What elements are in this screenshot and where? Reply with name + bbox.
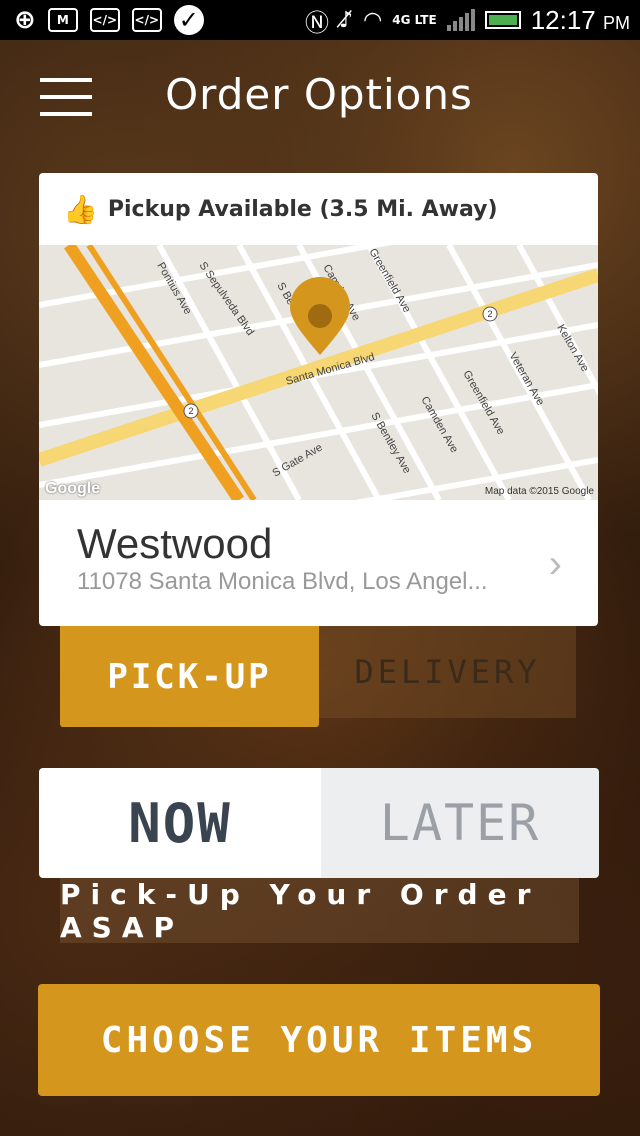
- timing-note: Pick-Up Your Order ASAP: [60, 878, 579, 944]
- location-selector[interactable]: Westwood 11078 Santa Monica Blvd, Los An…: [39, 500, 598, 626]
- notification-icons: ⊕ M </> </> ✓: [0, 5, 204, 35]
- system-icons: Ⓝ ♪̸ ◠ 4G LTE 12:17 PM: [305, 3, 640, 38]
- map-attribution: Map data ©2015 Google: [484, 486, 594, 497]
- later-tab[interactable]: LATER: [321, 768, 599, 878]
- chevron-right-icon: ›: [548, 542, 562, 586]
- network-type: 4G LTE: [392, 13, 437, 27]
- google-logo: Google: [45, 480, 101, 497]
- pickup-availability: 👍 Pickup Available (3.5 Mi. Away): [39, 173, 598, 245]
- choose-items-button[interactable]: CHOOSE YOUR ITEMS: [38, 984, 600, 1096]
- page-title: Order Options: [0, 70, 640, 119]
- pickup-tab[interactable]: PICK-UP: [60, 626, 319, 727]
- wifi-icon: ◠: [363, 7, 383, 33]
- signal-icon: [446, 9, 475, 31]
- location-name: Westwood: [77, 520, 273, 567]
- battery-icon: [484, 11, 521, 29]
- gmail-icon: M: [47, 8, 78, 32]
- check-icon: ✓: [173, 5, 204, 35]
- nfc-icon: Ⓝ: [305, 8, 330, 37]
- add-icon: ⊕: [14, 5, 36, 35]
- route-badge: 2: [487, 309, 492, 319]
- now-tab[interactable]: NOW: [39, 768, 321, 878]
- clock-ampm: PM: [603, 12, 630, 33]
- clock-time: 12:17: [530, 4, 596, 35]
- map-graphic: Pontius Ave S Sepulveda Blvd S Be Camden…: [39, 245, 598, 500]
- mute-icon: ♪̸: [339, 7, 354, 33]
- status-bar: ⊕ M </> </> ✓ Ⓝ ♪̸ ◠ 4G LTE 12:17 PM: [0, 0, 640, 40]
- timing-toggle: NOW LATER: [39, 768, 599, 878]
- page-title-text: Order Options: [165, 70, 473, 119]
- code-icon: </>: [131, 8, 162, 32]
- map-pin-icon: [290, 277, 350, 355]
- clock: 12:17 PM: [531, 5, 630, 36]
- location-card: 👍 Pickup Available (3.5 Mi. Away) Pontiu…: [39, 173, 598, 626]
- delivery-tab[interactable]: DELIVERY: [319, 626, 576, 718]
- location-address: 11078 Santa Monica Blvd, Los Angel...: [77, 568, 488, 595]
- code-icon: </>: [89, 8, 120, 32]
- map[interactable]: Pontius Ave S Sepulveda Blvd S Be Camden…: [39, 245, 598, 500]
- thumbs-up-icon: 👍: [63, 192, 98, 226]
- fulfillment-toggle: PICK-UP DELIVERY: [60, 626, 577, 727]
- route-badge: 2: [188, 406, 193, 416]
- pickup-availability-text: Pickup Available (3.5 Mi. Away): [107, 196, 498, 222]
